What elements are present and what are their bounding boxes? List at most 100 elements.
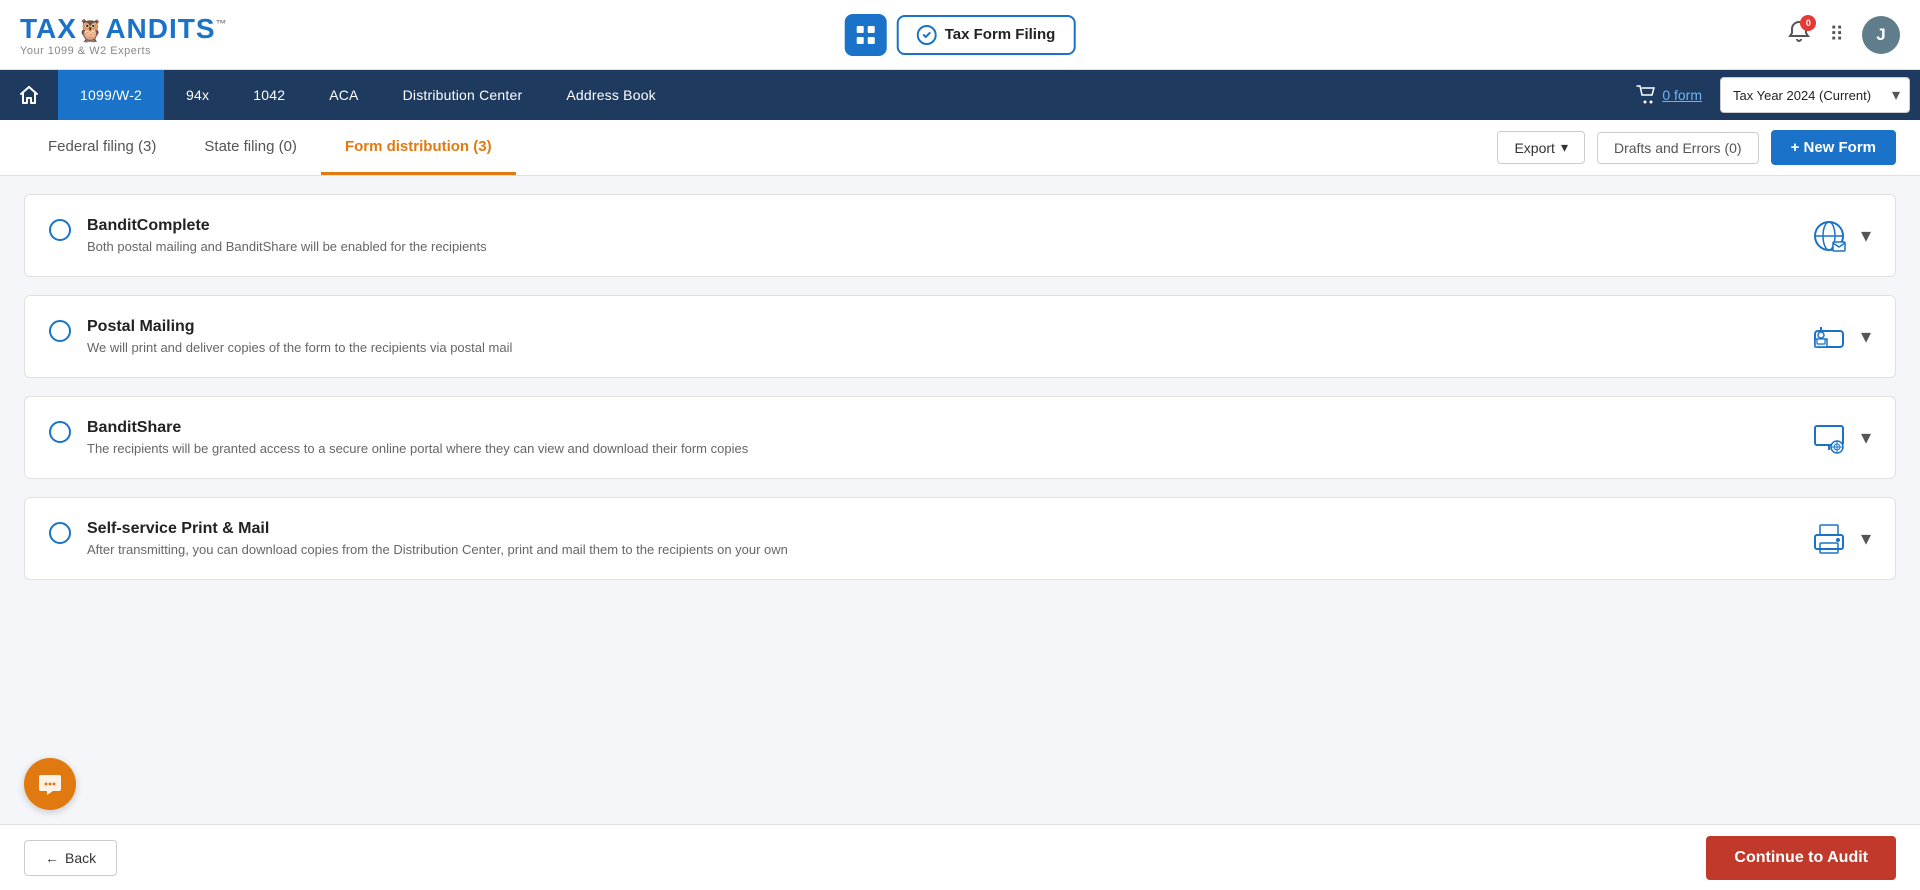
tax-form-filing-label: Tax Form Filing <box>945 26 1056 43</box>
back-button[interactable]: ← Back <box>24 840 117 876</box>
option-desc-self-service: After transmitting, you can download cop… <box>87 542 788 557</box>
option-title-postal-mailing: Postal Mailing <box>87 318 512 336</box>
radio-bandit-share[interactable] <box>49 421 71 443</box>
option-title-bandit-share: BanditShare <box>87 419 748 437</box>
nav-item-label: ACA <box>329 87 358 103</box>
radio-postal-mailing[interactable] <box>49 320 71 342</box>
nav-item-addressbook[interactable]: Address Book <box>544 70 678 120</box>
expand-postal-mailing-button[interactable]: ▾ <box>1861 324 1871 349</box>
tab-state[interactable]: State filing (0) <box>180 120 321 175</box>
export-button[interactable]: Export ▾ <box>1497 131 1585 164</box>
monitor-globe-icon <box>1811 420 1847 456</box>
option-card-bandit-complete: BanditComplete Both postal mailing and B… <box>24 194 1896 277</box>
drafts-errors-button[interactable]: Drafts and Errors (0) <box>1597 132 1759 164</box>
tab-area: Federal filing (3) State filing (0) Form… <box>0 120 1920 176</box>
nav-item-1099w2[interactable]: 1099/W-2 <box>58 70 164 120</box>
nav-item-label: Address Book <box>566 87 656 103</box>
nav-item-1042[interactable]: 1042 <box>231 70 307 120</box>
export-label: Export <box>1514 140 1554 156</box>
tax-form-filing-button[interactable]: Tax Form Filing <box>897 15 1076 55</box>
chat-bubble[interactable] <box>24 758 76 810</box>
chevron-down-icon: ▾ <box>1861 326 1871 348</box>
logo-subtitle: Your 1099 & W2 Experts <box>20 45 151 57</box>
logo: TAX🦉ANDITS™ Your 1099 & W2 Experts <box>20 13 228 57</box>
continue-to-audit-button[interactable]: Continue to Audit <box>1706 836 1896 880</box>
tab-distribution-label: Form distribution (3) <box>345 138 492 155</box>
tab-federal-label: Federal filing (3) <box>48 138 156 155</box>
chevron-down-icon: ▾ <box>1861 528 1871 550</box>
cart-count[interactable]: 0 form <box>1662 87 1702 103</box>
chat-icon <box>37 771 63 797</box>
tab-state-label: State filing (0) <box>204 138 297 155</box>
logo-andits: ANDITS <box>105 13 215 44</box>
option-left: BanditShare The recipients will be grant… <box>49 419 748 456</box>
nav-item-distribution[interactable]: Distribution Center <box>381 70 545 120</box>
option-left: Postal Mailing We will print and deliver… <box>49 318 512 355</box>
apps-grid-icon[interactable]: ⠿ <box>1829 22 1844 47</box>
back-arrow-icon: ← <box>45 850 59 866</box>
tabs: Federal filing (3) State filing (0) Form… <box>24 120 516 175</box>
option-title-self-service: Self-service Print & Mail <box>87 520 788 538</box>
bell-icon-wrap[interactable]: 0 <box>1787 20 1811 49</box>
new-form-button[interactable]: + New Form <box>1771 130 1896 165</box>
nav-item-label: 94x <box>186 87 209 103</box>
option-text: BanditComplete Both postal mailing and B… <box>87 217 487 254</box>
avatar[interactable]: J <box>1862 16 1900 54</box>
nav-item-aca[interactable]: ACA <box>307 70 380 120</box>
main-content: BanditComplete Both postal mailing and B… <box>0 194 1920 680</box>
cart-icon <box>1636 85 1656 105</box>
tab-federal[interactable]: Federal filing (3) <box>24 120 180 175</box>
radio-bandit-complete[interactable] <box>49 219 71 241</box>
cart-area[interactable]: 0 form <box>1618 85 1720 105</box>
printer-icon <box>1811 521 1847 557</box>
option-left: BanditComplete Both postal mailing and B… <box>49 217 487 254</box>
nav-item-94x[interactable]: 94x <box>164 70 231 120</box>
expand-self-service-button[interactable]: ▾ <box>1861 526 1871 551</box>
option-right: ▾ <box>1811 420 1871 456</box>
chevron-down-icon: ▾ <box>1861 225 1871 247</box>
nav-home-button[interactable] <box>0 70 58 120</box>
option-left: Self-service Print & Mail After transmit… <box>49 520 788 557</box>
bell-badge: 0 <box>1800 15 1816 31</box>
nav-item-label: 1099/W-2 <box>80 87 142 103</box>
chevron-down-icon: ▾ <box>1861 427 1871 449</box>
bottom-bar: ← Back Continue to Audit <box>0 824 1920 890</box>
drafts-label: Drafts and Errors (0) <box>1614 140 1742 156</box>
tax-year-wrap[interactable]: Tax Year 2024 (Current) Tax Year 2023 Ta… <box>1720 77 1910 113</box>
radio-self-service[interactable] <box>49 522 71 544</box>
option-right: ▾ <box>1811 319 1871 355</box>
option-card-self-service: Self-service Print & Mail After transmit… <box>24 497 1896 580</box>
nav-item-label: Distribution Center <box>403 87 523 103</box>
grid-icon-button[interactable] <box>845 14 887 56</box>
tab-distribution[interactable]: Form distribution (3) <box>321 120 516 175</box>
option-right: ▾ <box>1811 521 1871 557</box>
logo-owl: 🦉 <box>77 18 105 43</box>
back-label: Back <box>65 850 96 866</box>
new-form-label: + New Form <box>1791 139 1876 156</box>
option-desc-bandit-complete: Both postal mailing and BanditShare will… <box>87 239 487 254</box>
option-title-bandit-complete: BanditComplete <box>87 217 487 235</box>
export-chevron-icon: ▾ <box>1561 139 1568 156</box>
option-desc-postal-mailing: We will print and deliver copies of the … <box>87 340 512 355</box>
option-text: Self-service Print & Mail After transmit… <box>87 520 788 557</box>
option-text: BanditShare The recipients will be grant… <box>87 419 748 456</box>
expand-bandit-share-button[interactable]: ▾ <box>1861 425 1871 450</box>
logo-tm: ™ <box>216 18 228 30</box>
filing-icon <box>917 25 937 45</box>
option-card-postal-mailing: Postal Mailing We will print and deliver… <box>24 295 1896 378</box>
option-card-bandit-share: BanditShare The recipients will be grant… <box>24 396 1896 479</box>
nav-right: 0 form Tax Year 2024 (Current) Tax Year … <box>1618 77 1920 113</box>
top-header: TAX🦉ANDITS™ Your 1099 & W2 Experts Tax F… <box>0 0 1920 70</box>
grid-icon <box>855 24 877 46</box>
logo-title: TAX🦉ANDITS™ <box>20 13 228 45</box>
nav-item-label: 1042 <box>253 87 285 103</box>
header-right: 0 ⠿ J <box>1787 16 1900 54</box>
globe-mail-icon <box>1811 218 1847 254</box>
home-icon <box>18 84 40 106</box>
option-text: Postal Mailing We will print and deliver… <box>87 318 512 355</box>
option-desc-bandit-share: The recipients will be granted access to… <box>87 441 748 456</box>
expand-bandit-complete-button[interactable]: ▾ <box>1861 223 1871 248</box>
nav-bar: 1099/W-2 94x 1042 ACA Distribution Cente… <box>0 70 1920 120</box>
mailbox-icon <box>1811 319 1847 355</box>
tax-year-select[interactable]: Tax Year 2024 (Current) Tax Year 2023 Ta… <box>1720 77 1910 113</box>
